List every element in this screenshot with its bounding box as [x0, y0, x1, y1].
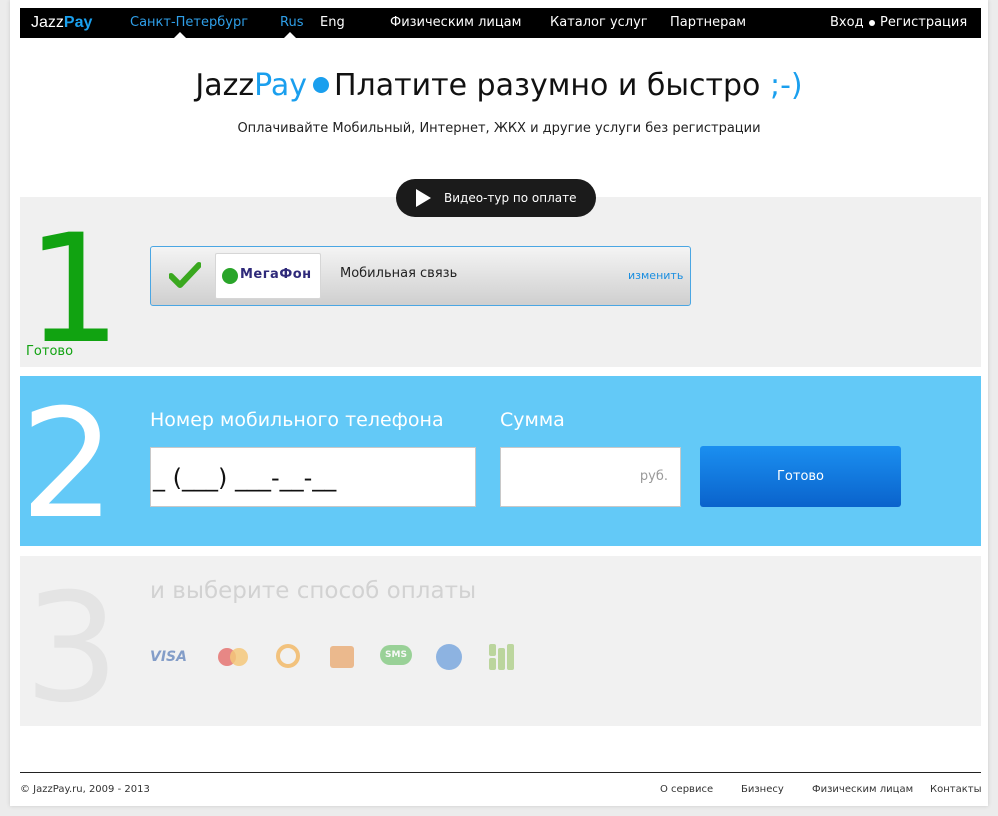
nav-partners[interactable]: Партнерам — [670, 8, 746, 38]
step-1-panel: 1 Готово МегаФон Мобильная связь изменит… — [20, 197, 981, 367]
step-2-panel: 2 Номер мобильного телефона Сумма _ (___… — [20, 376, 981, 546]
wallet-icon[interactable] — [328, 642, 358, 672]
title-smile: ;-) — [769, 68, 803, 103]
login-link[interactable]: Вход — [830, 8, 864, 38]
logo[interactable]: JazzPay — [31, 8, 92, 38]
logo-pay: Pay — [63, 14, 93, 31]
step-1-status: Готово — [26, 344, 74, 359]
video-tour-button[interactable]: Видео-тур по оплате — [396, 179, 596, 217]
footer-contacts-link[interactable]: Контакты — [930, 784, 981, 795]
lang-eng[interactable]: Eng — [320, 8, 345, 38]
footer-about-link[interactable]: О сервисе — [660, 784, 713, 795]
register-link[interactable]: Регистрация — [880, 8, 967, 38]
sum-label: Сумма — [500, 409, 565, 431]
lang-caret-icon — [284, 32, 296, 38]
step-3-number: 3 — [24, 562, 120, 736]
payment-method-title: и выберите способ оплаты — [150, 578, 477, 604]
selected-operator[interactable]: МегаФон Мобильная связь изменить — [150, 246, 691, 306]
nav-catalog[interactable]: Каталог услуг — [550, 8, 648, 38]
city-selector[interactable]: Санкт-Петербург — [130, 8, 248, 38]
page-title: JazzPay Платите разумно и быстро ;-) — [10, 68, 988, 103]
phone-input[interactable]: _ (___) ___-__-__ — [150, 447, 476, 507]
sum-input[interactable]: руб. — [500, 447, 681, 507]
service-name: Мобильная связь — [340, 266, 458, 281]
video-tour-label: Видео-тур по оплате — [444, 191, 577, 205]
play-icon — [416, 189, 431, 207]
other-payment-icon[interactable] — [487, 642, 517, 672]
title-jazz: Jazz — [195, 68, 255, 103]
title-text: Платите разумно и быстро — [334, 68, 761, 103]
step-3-panel: 3 и выберите способ оплаты VISA SMS — [20, 556, 981, 726]
megafon-logo-icon — [222, 268, 238, 284]
step-2-number: 2 — [20, 378, 116, 552]
mastercard-icon[interactable] — [218, 642, 254, 672]
qiwi-icon[interactable] — [274, 642, 304, 672]
title-dot-icon — [313, 77, 329, 93]
visa-icon[interactable]: VISA — [150, 642, 192, 672]
currency-label: руб. — [639, 469, 668, 484]
footer-individuals-link[interactable]: Физическим лицам — [812, 784, 913, 795]
submit-button[interactable]: Готово — [700, 446, 901, 507]
webmoney-icon[interactable] — [434, 642, 464, 672]
nav-individuals[interactable]: Физическим лицам — [390, 8, 521, 38]
page: JazzPay Санкт-Петербург Rus Eng Физическ… — [10, 0, 988, 806]
footer-divider — [20, 772, 981, 773]
top-nav: JazzPay Санкт-Петербург Rus Eng Физическ… — [20, 8, 981, 38]
footer-business-link[interactable]: Бизнесу — [741, 784, 784, 795]
operator-logo-text: МегаФон — [240, 267, 312, 282]
title-pay: Pay — [254, 68, 307, 103]
city-caret-icon — [174, 32, 186, 38]
separator-dot-icon — [869, 20, 875, 26]
change-operator-link[interactable]: изменить — [628, 269, 683, 282]
phone-label: Номер мобильного телефона — [150, 409, 444, 431]
sms-icon[interactable]: SMS — [380, 642, 414, 672]
step-1-number: 1 — [26, 203, 122, 377]
logo-jazz: Jazz — [31, 14, 64, 31]
page-subtitle: Оплачивайте Мобильный, Интернет, ЖКХ и д… — [237, 121, 761, 136]
sms-icon-text: SMS — [380, 645, 412, 665]
operator-logo: МегаФон — [215, 253, 321, 299]
footer-copyright: © JazzPay.ru, 2009 - 2013 — [20, 784, 150, 795]
checkmark-icon — [169, 262, 201, 288]
